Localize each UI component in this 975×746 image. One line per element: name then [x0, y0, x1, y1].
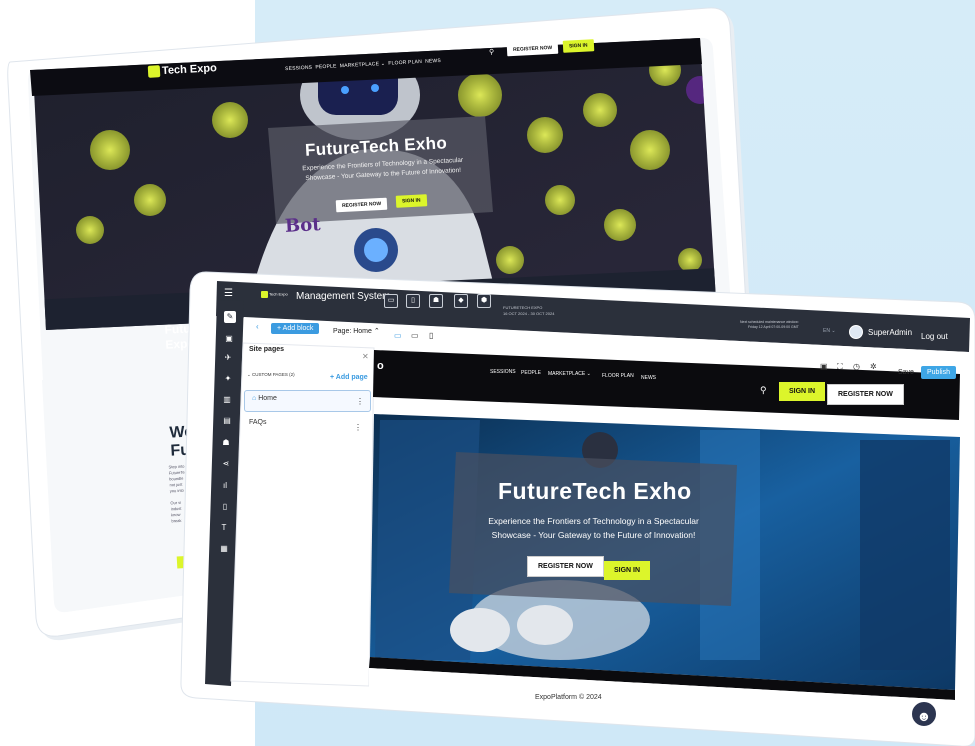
share-icon[interactable]: ⋖	[220, 458, 232, 470]
robot-icon[interactable]: ☻	[910, 700, 938, 728]
hero-title: FutureTech Exho	[498, 478, 692, 504]
hero-signin-button[interactable]: SIGN IN	[604, 561, 651, 580]
nav-people[interactable]: PEOPLE	[521, 370, 541, 376]
signin-button[interactable]: SIGN IN	[779, 382, 826, 401]
language-select[interactable]: EN ⌄	[823, 328, 836, 334]
home-icon: ⌂	[252, 395, 257, 402]
gear-icon[interactable]: ✲	[870, 362, 877, 371]
page-item-home[interactable]: ⌂ Home	[252, 395, 277, 402]
star-icon[interactable]: ✦	[222, 373, 234, 385]
custom-pages-label: CUSTOM PAGES (2)	[252, 372, 295, 377]
nav-sessions[interactable]: SESSIONS	[490, 369, 516, 375]
monitor-icon[interactable]: ▭	[394, 331, 402, 340]
page-item-faqs[interactable]: FAQs	[249, 419, 267, 426]
more-icon[interactable]: ⋮	[356, 397, 364, 406]
save-button[interactable]: Save	[898, 369, 914, 376]
hero-subtitle: Experience the Frontiers of Technology i…	[488, 516, 699, 540]
expo-name: FUTURETECH EXPO 16 OCT 2024 - 30 OCT 202…	[503, 305, 554, 317]
search-icon[interactable]: ⚲	[760, 385, 767, 396]
maintenance-time: Friday 12 April 07:00-09:00 GMT	[747, 325, 799, 329]
nav-news[interactable]: NEWS	[641, 375, 656, 381]
menu-icon[interactable]: ☰	[224, 288, 233, 299]
logout-button[interactable]: Log out	[921, 332, 948, 341]
users-icon[interactable]: ☗	[220, 437, 232, 449]
add-page-button[interactable]: + Add page	[330, 374, 368, 381]
admin-logo[interactable]: Tech Expo	[261, 291, 288, 298]
mobile-icon[interactable]: ▯	[406, 294, 420, 308]
plane-icon[interactable]: ✈	[222, 352, 234, 364]
site-pages-title: Site pages	[249, 346, 285, 353]
history-icon[interactable]: ◷	[853, 362, 860, 371]
tablet-icon[interactable]: ▭	[411, 331, 419, 340]
register-button[interactable]: REGISTER NOW	[827, 384, 904, 405]
users-icon[interactable]: ☗	[429, 294, 443, 308]
page-select[interactable]: Page: Home ⌃	[333, 327, 380, 335]
footer-copyright: ExpoPlatform © 2024	[535, 694, 602, 701]
tag-icon[interactable]: ◆	[454, 294, 468, 308]
pencil-icon[interactable]: ✎	[224, 311, 236, 323]
front-overlay-layer: ☰ Tech Expo Management System ▭ ▯ ☗ ◆ ⬢ …	[0, 0, 975, 746]
close-icon[interactable]: ✕	[362, 352, 369, 361]
graduation-icon[interactable]: ⬢	[477, 294, 491, 308]
mobile-icon[interactable]: ▯	[219, 501, 231, 513]
custom-pages-header[interactable]: ⌄ CUSTOM PAGES (2)	[247, 372, 295, 378]
nav-marketplace[interactable]: MARKETPLACE ⌄	[548, 371, 591, 377]
bar-chart-icon[interactable]: ▥	[221, 394, 233, 406]
page-label: Home	[258, 395, 277, 402]
paint-icon[interactable]: T	[218, 522, 230, 534]
user-name[interactable]: SuperAdmin	[868, 328, 912, 337]
image-icon[interactable]: ▣	[820, 362, 828, 371]
document-icon[interactable]: ▦	[218, 543, 230, 555]
nav-floor-plan[interactable]: FLOOR PLAN	[602, 373, 634, 379]
analytics-icon[interactable]: ıl	[219, 480, 231, 492]
layout-icon[interactable]: ▣	[223, 333, 235, 345]
expand-icon[interactable]: ⛶	[837, 362, 843, 372]
briefcase-icon[interactable]: ▤	[221, 415, 233, 427]
back-arrow-icon[interactable]: ‹	[256, 322, 259, 331]
expo-dates: 16 OCT 2024 - 30 OCT 2024	[503, 311, 555, 316]
site-logo[interactable]: o	[377, 360, 384, 372]
layout-icon[interactable]: ▭	[384, 294, 398, 308]
hero-register-button[interactable]: REGISTER NOW	[527, 556, 604, 577]
more-icon[interactable]: ⋮	[354, 423, 362, 432]
admin-title: Management System	[296, 291, 391, 302]
maintenance-notice: Next scheduled maintenance window: Frida…	[740, 320, 799, 330]
mobile-icon[interactable]: ▯	[429, 331, 433, 340]
avatar[interactable]	[849, 325, 863, 339]
publish-button[interactable]: Publish	[921, 366, 956, 379]
add-block-button[interactable]: + Add block	[271, 323, 320, 334]
